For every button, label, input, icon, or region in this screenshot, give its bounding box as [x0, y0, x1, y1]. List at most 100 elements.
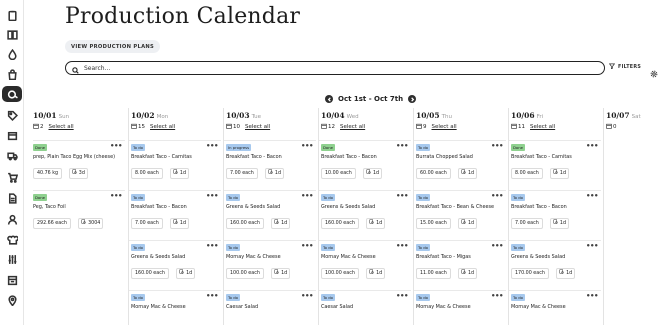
more-options-icon[interactable]: ••• [491, 292, 503, 300]
production-card[interactable]: To do ••• Burrata Chopped Salad 60.00 each 1… [414, 140, 506, 190]
more-options-icon[interactable]: ••• [396, 242, 408, 250]
production-card[interactable]: To do ••• Greens & Seeds Salad 160.00 each 1… [129, 240, 221, 290]
shelf-life-field[interactable]: 3d [68, 168, 88, 179]
shelf-life-field[interactable]: 1d [549, 218, 569, 229]
shelf-life-field[interactable]: 1d [176, 268, 196, 279]
more-options-icon[interactable]: ••• [206, 292, 218, 300]
quantity-field[interactable]: 8.00 each [511, 168, 543, 179]
more-options-icon[interactable]: ••• [396, 292, 408, 300]
shelf-life-field[interactable]: 1d [264, 168, 284, 179]
box-icon[interactable] [6, 129, 18, 141]
production-card[interactable]: Done ••• prep, Plain Taco Egg Mix (cheese)… [33, 140, 125, 190]
document-icon[interactable] [6, 192, 18, 204]
quantity-field[interactable]: 10.00 each [321, 168, 356, 179]
production-card[interactable]: To do ••• Caesar Salad [224, 290, 316, 325]
more-options-icon[interactable]: ••• [110, 192, 122, 200]
search-bar[interactable] [65, 61, 605, 75]
quantity-field[interactable]: 60.00 each [416, 168, 451, 179]
quantity-field[interactable]: 292.66 each [33, 218, 71, 229]
more-options-icon[interactable]: ••• [206, 192, 218, 200]
more-options-icon[interactable]: ••• [491, 242, 503, 250]
more-options-icon[interactable]: ••• [586, 192, 598, 200]
select-all-link[interactable]: Select all [340, 124, 365, 130]
select-all-link[interactable]: Select all [432, 124, 457, 130]
production-card[interactable]: To do ••• Greens & Seeds Salad 160.00 each 1… [319, 190, 411, 240]
next-week-button[interactable] [408, 95, 417, 103]
calendar-pan-icon[interactable] [2, 86, 22, 102]
production-card[interactable]: Done ••• Breakfast Taco - Carnitas 8.00 eac… [509, 140, 601, 190]
production-card[interactable]: To do ••• Breakfast Taco - Bacon 7.00 each 1… [129, 190, 221, 240]
shelf-life-field[interactable]: 1d [271, 268, 291, 279]
quantity-field[interactable]: 160.00 each [226, 218, 264, 229]
production-card[interactable]: To do ••• Caesar Salad [319, 290, 411, 325]
more-options-icon[interactable]: ••• [301, 292, 313, 300]
shelf-life-field[interactable]: 1d [169, 168, 189, 179]
quantity-field[interactable]: 15.00 each [416, 218, 451, 229]
quantity-field[interactable]: 7.00 each [511, 218, 543, 229]
production-card[interactable]: To do ••• Mornay Mac & Cheese 100.00 each 1d [319, 240, 411, 290]
more-options-icon[interactable]: ••• [396, 142, 408, 150]
production-card[interactable]: Done ••• Breakfast Taco - Bacon 10.00 each 1… [319, 140, 411, 190]
production-card[interactable]: To do ••• Breakfast Taco - Carnitas 8.00 ea… [129, 140, 221, 190]
chef-icon[interactable] [6, 234, 18, 246]
production-card[interactable]: To do ••• Breakfast Taco - Bean & Cheese 15… [414, 190, 506, 240]
tag-icon[interactable] [6, 109, 18, 121]
search-input[interactable] [84, 64, 584, 72]
shelf-life-field[interactable]: 1d [366, 218, 386, 229]
shelf-life-field[interactable]: 1d [549, 168, 569, 179]
more-options-icon[interactable]: ••• [206, 142, 218, 150]
user-icon[interactable] [6, 213, 18, 225]
shelf-life-field[interactable]: 3004 [78, 218, 104, 229]
shelf-life-field[interactable]: 1d [556, 268, 576, 279]
shelf-life-field[interactable]: 1d [458, 218, 478, 229]
cart-icon[interactable] [6, 171, 18, 183]
quantity-field[interactable]: 7.00 each [226, 168, 258, 179]
shelf-life-field[interactable]: 1d [458, 268, 478, 279]
quantity-field[interactable]: 100.00 each [226, 268, 264, 279]
book-icon[interactable] [6, 28, 18, 40]
settings-gear-icon[interactable] [650, 63, 658, 78]
quantity-field[interactable]: 7.00 each [131, 218, 163, 229]
more-options-icon[interactable]: ••• [586, 242, 598, 250]
shelf-life-field[interactable]: 1d [366, 268, 386, 279]
more-options-icon[interactable]: ••• [110, 142, 122, 150]
select-all-link[interactable]: Select all [530, 124, 555, 130]
clipboard-icon[interactable] [6, 9, 18, 21]
previous-week-button[interactable] [325, 95, 333, 103]
register-icon[interactable] [6, 274, 18, 286]
production-card[interactable]: In progress ••• Breakfast Taco - Bacon 7.00… [224, 140, 316, 190]
more-options-icon[interactable]: ••• [491, 142, 503, 150]
drop-icon[interactable] [6, 48, 18, 60]
truck-icon[interactable] [6, 149, 18, 161]
view-production-plans-button[interactable]: VIEW PRODUCTION PLANS [65, 40, 161, 53]
filters-button[interactable]: FILTERS [608, 63, 641, 71]
more-options-icon[interactable]: ••• [586, 292, 598, 300]
more-options-icon[interactable]: ••• [396, 192, 408, 200]
sliders-icon[interactable] [6, 253, 18, 265]
quantity-field[interactable]: 8.00 each [131, 168, 163, 179]
bag-icon[interactable] [6, 68, 18, 80]
select-all-link[interactable]: Select all [245, 124, 270, 130]
production-card[interactable]: To do ••• Greens & Seeds Salad 160.00 each 1… [224, 190, 316, 240]
more-options-icon[interactable]: ••• [301, 142, 313, 150]
quantity-field[interactable]: 160.00 each [321, 218, 359, 229]
quantity-field[interactable]: 160.00 each [131, 268, 169, 279]
quantity-field[interactable]: 170.00 each [511, 268, 549, 279]
production-card[interactable]: To do ••• Mornay Mac & Cheese 100.00 each 1d [224, 240, 316, 290]
shelf-life-field[interactable]: 1d [363, 168, 383, 179]
more-options-icon[interactable]: ••• [491, 192, 503, 200]
production-card[interactable]: To do ••• Mornay Mac & Cheese [129, 290, 221, 325]
more-options-icon[interactable]: ••• [206, 242, 218, 250]
production-card[interactable]: To do ••• Breakfast Taco - Bacon 7.00 each 1… [509, 190, 601, 240]
more-options-icon[interactable]: ••• [586, 142, 598, 150]
shelf-life-field[interactable]: 1d [271, 218, 291, 229]
production-card[interactable]: To do ••• Mornay Mac & Cheese [509, 290, 601, 325]
production-card[interactable]: Done ••• Peg, Taco Foil 292.66 each 3004 [33, 190, 125, 240]
quantity-field[interactable]: 11.00 each [416, 268, 451, 279]
select-all-link[interactable]: Select all [49, 124, 74, 130]
production-card[interactable]: To do ••• Mornay Mac & Cheese [414, 290, 506, 325]
more-options-icon[interactable]: ••• [301, 192, 313, 200]
production-card[interactable]: To do ••• Greens & Seeds Salad 170.00 each 1… [509, 240, 601, 290]
select-all-link[interactable]: Select all [150, 124, 175, 130]
quantity-field[interactable]: 40.76 kg [33, 168, 63, 179]
